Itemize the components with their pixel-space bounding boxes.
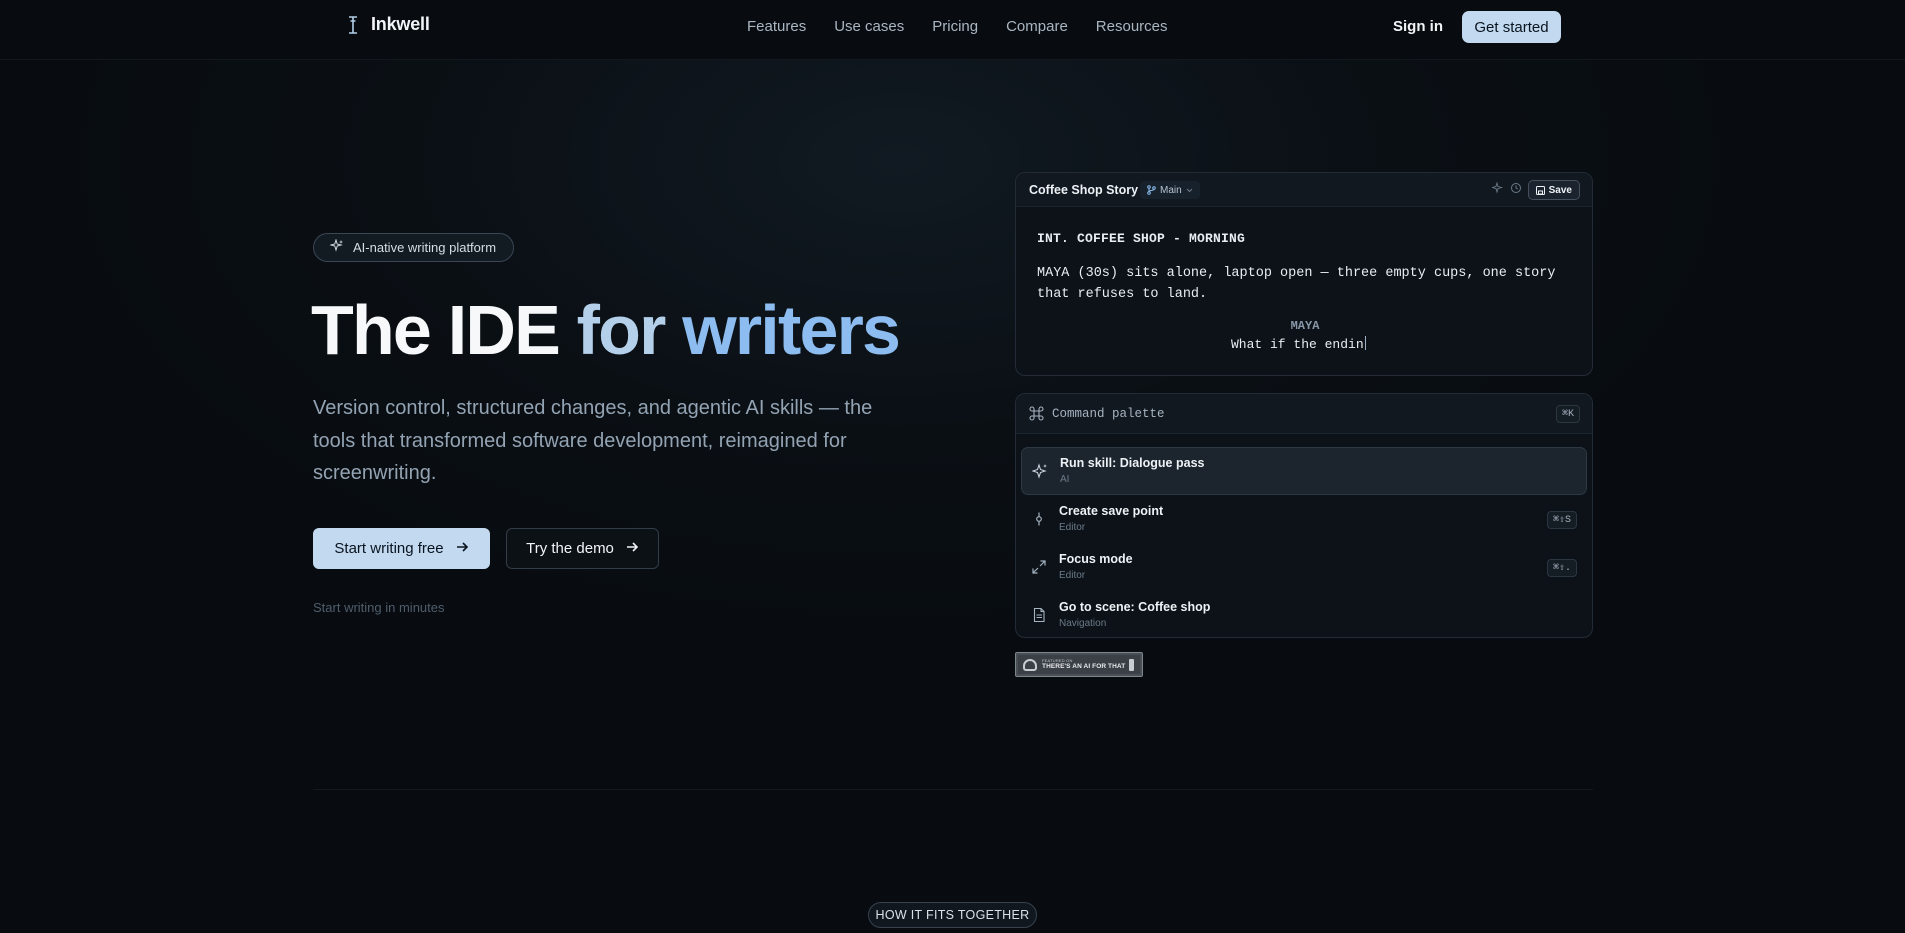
badge-body: FEATURED ON THERE'S AN AI FOR THAT [1018,655,1140,674]
commit-icon [1031,511,1047,527]
editor-actions: Save [1490,180,1580,200]
command-label: Focus mode [1059,552,1133,566]
editor-header: Coffee Shop Story Main Save [1016,173,1592,207]
save-button[interactable]: Save [1527,180,1580,200]
arrow-right-icon [626,540,639,557]
scene-slugline: INT. COFFEE SHOP - MORNING [1037,231,1246,246]
hero-title-part3: writers [682,291,901,369]
get-started-button[interactable]: Get started [1462,11,1561,43]
command-icon [1029,406,1044,426]
section-pill: HOW IT FITS TOGETHER [868,902,1037,928]
command-item-focus-mode[interactable]: Focus mode Editor ⌘⇧. [1021,544,1587,592]
command-label: Run skill: Dialogue pass [1060,456,1205,470]
start-writing-button[interactable]: Start writing free [313,528,490,569]
start-writing-label: Start writing free [334,540,444,557]
nav-link-use-cases[interactable]: Use cases [834,17,904,37]
command-item-dialogue-pass[interactable]: Run skill: Dialogue pass AI [1021,447,1587,495]
history-icon[interactable] [1510,181,1522,199]
command-label: Create save point [1059,504,1164,518]
nav-links: Features Use cases Pricing Compare Resou… [747,17,1196,37]
palette-shortcut: ⌘K [1555,405,1580,423]
nav-link-pricing[interactable]: Pricing [932,17,978,37]
dialogue-line[interactable]: What if the endin [1231,336,1366,352]
hero-subtitle: Version control, structured changes, and… [313,397,873,484]
command-category: Navigation [1059,618,1107,629]
expand-icon [1031,559,1047,575]
branch-selector[interactable]: Main [1140,181,1200,199]
document-icon [1031,607,1047,623]
save-label: Save [1548,184,1572,196]
featured-badge[interactable]: FEATURED ON THERE'S AN AI FOR THAT [1015,652,1143,677]
command-category: Editor [1059,522,1086,533]
branch-label: Main [1160,184,1182,196]
text-caret [1364,336,1366,350]
nav-link-resources[interactable]: Resources [1096,17,1168,37]
action-line: MAYA (30s) sits alone, laptop open — thr… [1037,266,1556,302]
command-shortcut: ⌘⇧S [1546,511,1577,529]
sparkle-icon[interactable] [1490,181,1504,199]
dialogue-text: What if the endin [1231,337,1364,352]
command-label: Go to scene: Coffee shop [1059,600,1211,614]
command-category: Editor [1059,570,1086,581]
sign-in-link[interactable]: Sign in [1393,17,1443,37]
sparkle-icon [1031,463,1048,479]
section-divider [313,789,1593,790]
hero-pill-label: AI-native writing platform [353,240,497,255]
brand-name: Inkwell [371,14,430,34]
command-shortcut: ⌘⇧. [1546,559,1577,577]
brand-logo[interactable]: Inkwell [345,14,430,35]
hero-title-part1: The IDE [311,291,577,369]
command-palette-title: Command palette [1052,407,1165,421]
top-navbar: Inkwell Features Use cases Pricing Compa… [0,0,1905,60]
command-category: AI [1060,474,1070,485]
try-demo-button[interactable]: Try the demo [506,528,659,569]
hero-note: Start writing in minutes [313,600,445,615]
hero-pill: AI-native writing platform [313,233,515,262]
command-palette-header: Command palette ⌘K [1016,394,1592,434]
command-item-go-to-scene[interactable]: Go to scene: Coffee shop Navigation [1021,592,1587,637]
nav-link-compare[interactable]: Compare [1006,17,1068,37]
hero-title: The IDE for writers [311,288,901,372]
nav-link-features[interactable]: Features [747,17,806,37]
command-palette: Command palette ⌘K Run skill: Dialogue p… [1015,393,1593,638]
script-editor-card: Coffee Shop Story Main Save INT. COFFEE … [1015,172,1593,376]
command-item-save-point[interactable]: Create save point Editor ⌘⇧S [1021,496,1587,544]
arrow-right-icon [456,540,469,557]
floppy-icon [1535,185,1545,195]
bookmark-icon [1129,659,1134,671]
branch-icon [1147,185,1156,195]
sparkle-icon [329,238,344,256]
character-name: MAYA [1290,319,1320,333]
try-demo-label: Try the demo [526,540,614,557]
badge-text: THERE'S AN AI FOR THAT [1042,663,1126,670]
arm-icon [1023,659,1037,671]
chevron-down-icon [1186,188,1193,192]
ink-pen-icon [345,15,361,35]
hero-title-part2: for [576,291,683,369]
document-title: Coffee Shop Story [1029,183,1139,197]
